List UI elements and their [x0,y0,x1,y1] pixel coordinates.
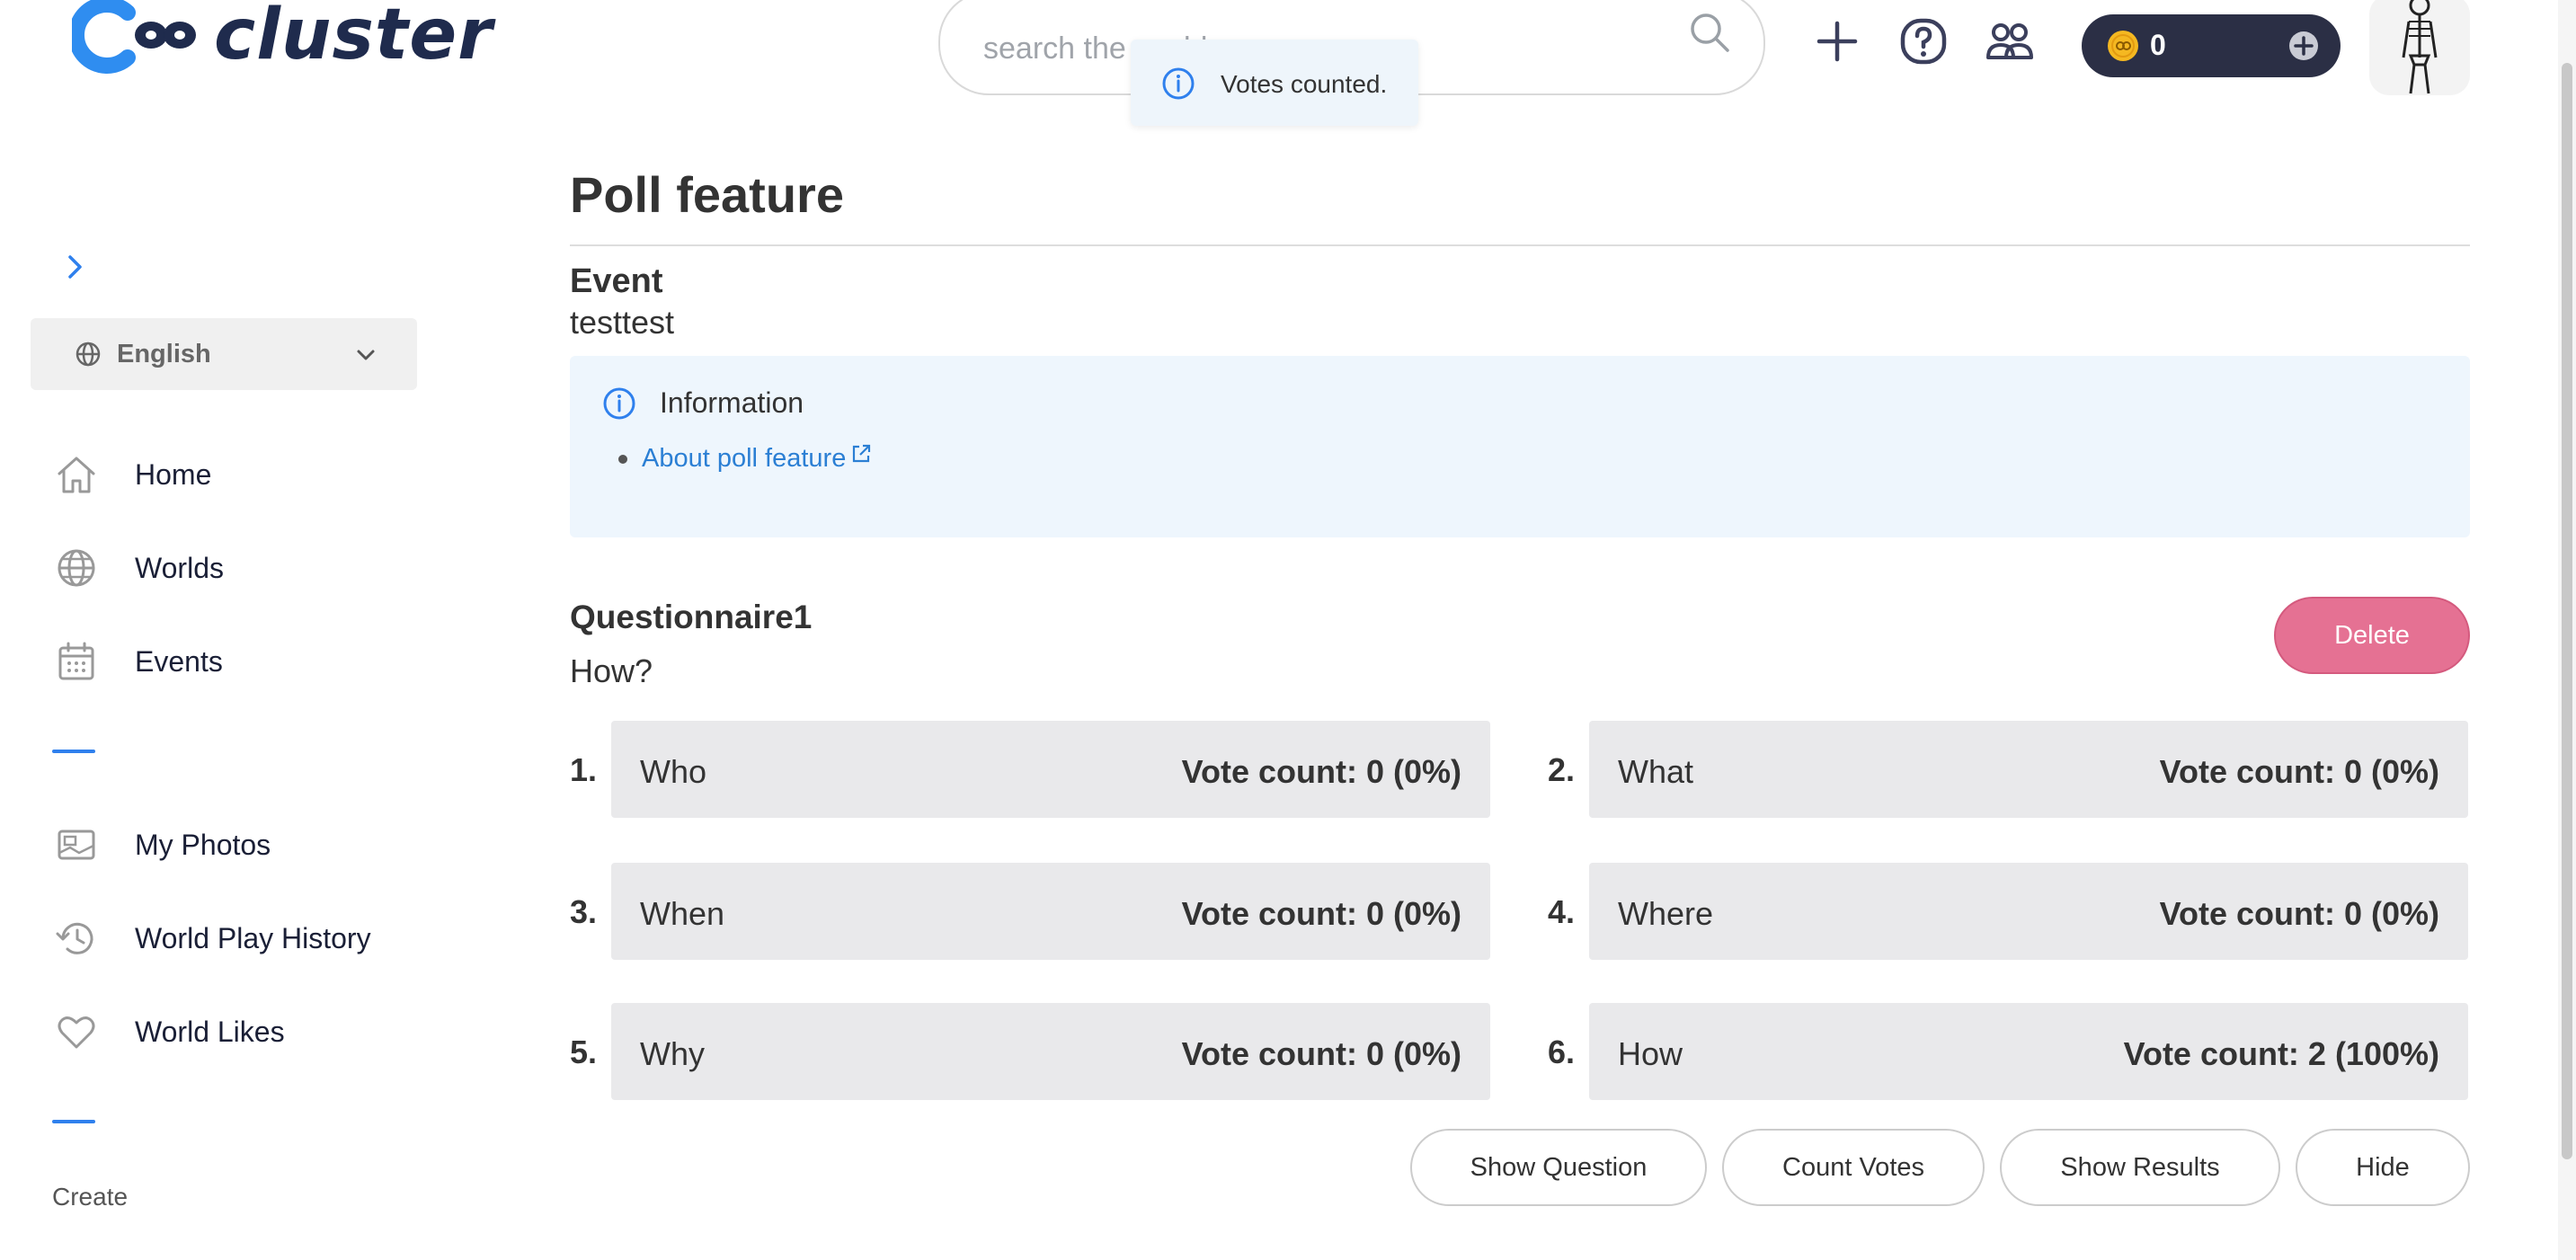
photos-icon [58,830,95,860]
option-box: Who Vote count: 0 (0%) [611,721,1490,818]
vote-count: Vote count: 2 (100%) [2123,1035,2439,1072]
option-label: When [640,895,725,932]
skeleton-avatar-icon [2402,0,2438,94]
poll-option: 5. Why Vote count: 0 (0%) [570,1003,1506,1100]
toast-notification: Votes counted. [1131,40,1418,126]
vote-count: Vote count: 0 (0%) [1181,895,1461,932]
option-number: 5. [570,1034,598,1070]
sidebar-item-events[interactable]: Events [52,629,466,694]
sidebar-item-label: Worlds [135,551,224,584]
info-title: Information [660,386,804,419]
option-box: When Vote count: 0 (0%) [611,863,1490,960]
calendar-icon [58,642,94,680]
option-number: 4. [1548,893,1576,930]
page-title: Poll feature [570,166,844,223]
poll-option: 6. How Vote count: 2 (100%) [1548,1003,2484,1100]
option-box: How Vote count: 2 (100%) [1589,1003,2468,1100]
sidebar-section-create: Create [52,1183,129,1211]
list-bullet [618,455,627,464]
history-icon [56,922,93,954]
user-avatar[interactable] [2369,0,2470,95]
nav-divider [52,1120,95,1123]
vote-count: Vote count: 0 (0%) [1181,1035,1461,1072]
poll-option: 3. When Vote count: 0 (0%) [570,863,1506,960]
chevron-down-icon [357,350,375,360]
sidebar-item-label: World Likes [135,1015,285,1048]
chevron-right-icon[interactable] [59,252,90,282]
sidebar-item-my-photos[interactable]: My Photos [52,812,466,877]
sidebar-item-label: Home [135,457,212,491]
plus-icon[interactable] [1812,16,1862,67]
show-results-button[interactable]: Show Results [2000,1129,2280,1206]
sidebar-item-world-likes[interactable]: World Likes [52,999,466,1064]
add-circle-icon[interactable] [2288,31,2319,61]
toast-message: Votes counted. [1221,70,1388,98]
option-box: Where Vote count: 0 (0%) [1589,863,2468,960]
poll-option: 2. What Vote count: 0 (0%) [1548,721,2484,818]
logo-mark-icon [72,0,196,74]
home-icon [58,457,95,493]
about-poll-link[interactable]: About poll feature [642,444,873,474]
option-box: What Vote count: 0 (0%) [1589,721,2468,818]
show-question-button[interactable]: Show Question [1410,1129,1707,1206]
option-label: How [1618,1035,1683,1072]
option-label: Who [640,753,707,790]
sidebar-item-worlds[interactable]: Worlds [52,536,466,600]
vote-count: Vote count: 0 (0%) [2159,753,2439,790]
heart-icon [58,1016,95,1049]
option-label: Why [640,1035,705,1072]
event-name: testtest [570,304,675,341]
title-divider [570,244,2470,246]
globe-icon [58,549,95,587]
language-select[interactable]: English [31,318,417,390]
question-text: How? [570,652,653,689]
vote-count: Vote count: 0 (0%) [2159,895,2439,932]
coin-value: 0 [2150,29,2166,61]
globe-icon [76,342,101,367]
option-number: 3. [570,893,598,930]
option-box: Why Vote count: 0 (0%) [611,1003,1490,1100]
help-icon[interactable] [1898,16,1949,67]
vote-count: Vote count: 0 (0%) [1181,753,1461,790]
info-icon [603,387,635,420]
option-label: Where [1618,895,1714,932]
sidebar: English Home Worlds Events My Photos Wor… [0,108,503,1260]
sidebar-item-home[interactable]: Home [52,442,466,507]
sidebar-item-world-play-history[interactable]: World Play History [52,906,466,971]
sidebar-item-label: My Photos [135,828,271,861]
poll-option: 1. Who Vote count: 0 (0%) [570,721,1506,818]
friends-icon[interactable] [1985,16,2035,67]
delete-button[interactable]: Delete [2274,597,2470,674]
coin-icon [2108,31,2138,61]
event-heading: Event [570,262,663,300]
info-box: Information About poll feature [570,356,2470,537]
language-label: English [117,340,211,368]
option-label: What [1618,753,1694,790]
coin-balance-pill[interactable]: 0 [2082,14,2341,77]
option-number: 2. [1548,751,1576,788]
info-icon [1162,67,1195,100]
option-number: 1. [570,751,598,788]
count-votes-button[interactable]: Count Votes [1722,1129,1985,1206]
external-link-icon [853,444,871,463]
sidebar-item-label: World Play History [135,921,371,954]
logo-text: cluster [214,0,493,75]
sidebar-item-label: Events [135,644,223,678]
nav-divider [52,750,95,753]
search-icon[interactable] [1686,9,1733,56]
option-number: 6. [1548,1034,1576,1070]
link-label: About poll feature [642,444,847,473]
scrollbar-thumb[interactable] [2562,63,2572,1159]
poll-option: 4. Where Vote count: 0 (0%) [1548,863,2484,960]
hide-button[interactable]: Hide [2296,1129,2470,1206]
page-scrollbar[interactable] [2558,0,2576,1260]
questionnaire-title: Questionnaire1 [570,599,813,635]
cluster-logo[interactable]: cluster [72,0,493,84]
